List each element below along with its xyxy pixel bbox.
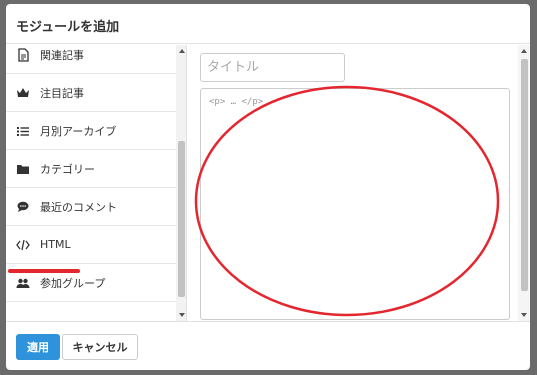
scroll-up-arrow-icon[interactable]	[521, 49, 527, 53]
module-item-label: 月別アーカイブ	[40, 124, 117, 138]
html-content-textarea[interactable]	[200, 88, 510, 320]
module-item-label: HTML	[40, 238, 71, 251]
module-item-label: 参加グループ	[40, 276, 106, 290]
comment-icon	[16, 200, 30, 214]
scrollbar-thumb[interactable]	[521, 59, 528, 291]
scroll-down-arrow-icon[interactable]	[179, 313, 185, 317]
module-item-featured-posts[interactable]: 注目記事	[6, 74, 176, 112]
module-list: 関連記事 注目記事 月別アーカイブ カテゴリー 最近のコメント HTML 参加グ…	[6, 45, 176, 302]
dialog-body: 関連記事 注目記事 月別アーカイブ カテゴリー 最近のコメント HTML 参加グ…	[6, 45, 530, 321]
title-input[interactable]	[200, 53, 345, 82]
module-item-label: 最近のコメント	[40, 200, 117, 214]
cancel-button[interactable]: キャンセル	[62, 334, 138, 360]
dialog-footer: 適用 キャンセル	[6, 321, 530, 370]
apply-button[interactable]: 適用	[16, 334, 60, 360]
module-item-label: 関連記事	[40, 48, 84, 62]
crown-icon	[16, 86, 30, 100]
module-item-label: カテゴリー	[40, 162, 95, 176]
dialog-header: モジュールを追加	[6, 4, 530, 44]
dialog-title: モジュールを追加	[16, 20, 120, 35]
module-item-related-posts[interactable]: 関連記事	[6, 45, 176, 74]
module-item-label: 注目記事	[40, 86, 84, 100]
editor-scrollbar[interactable]	[518, 45, 530, 321]
scroll-down-arrow-icon[interactable]	[521, 313, 527, 317]
add-module-dialog: モジュールを追加 関連記事 注目記事 月別アーカイブ カテゴリー 最近のコメント…	[6, 4, 530, 370]
module-list-pane: 関連記事 注目記事 月別アーカイブ カテゴリー 最近のコメント HTML 参加グ…	[6, 45, 187, 321]
module-item-html[interactable]: HTML	[6, 226, 176, 264]
document-icon	[16, 47, 30, 62]
list-icon	[16, 124, 30, 138]
folder-icon	[16, 162, 30, 176]
module-item-monthly-archive[interactable]: 月別アーカイブ	[6, 112, 176, 150]
module-editor-pane	[188, 45, 530, 321]
module-list-scrollbar[interactable]	[176, 45, 186, 321]
users-icon	[16, 276, 30, 290]
module-item-categories[interactable]: カテゴリー	[6, 150, 176, 188]
scroll-up-arrow-icon[interactable]	[179, 49, 185, 53]
scrollbar-thumb[interactable]	[178, 141, 185, 297]
html-item-highlight-underline	[8, 269, 80, 273]
module-item-recent-comments[interactable]: 最近のコメント	[6, 188, 176, 226]
code-icon	[16, 238, 30, 252]
